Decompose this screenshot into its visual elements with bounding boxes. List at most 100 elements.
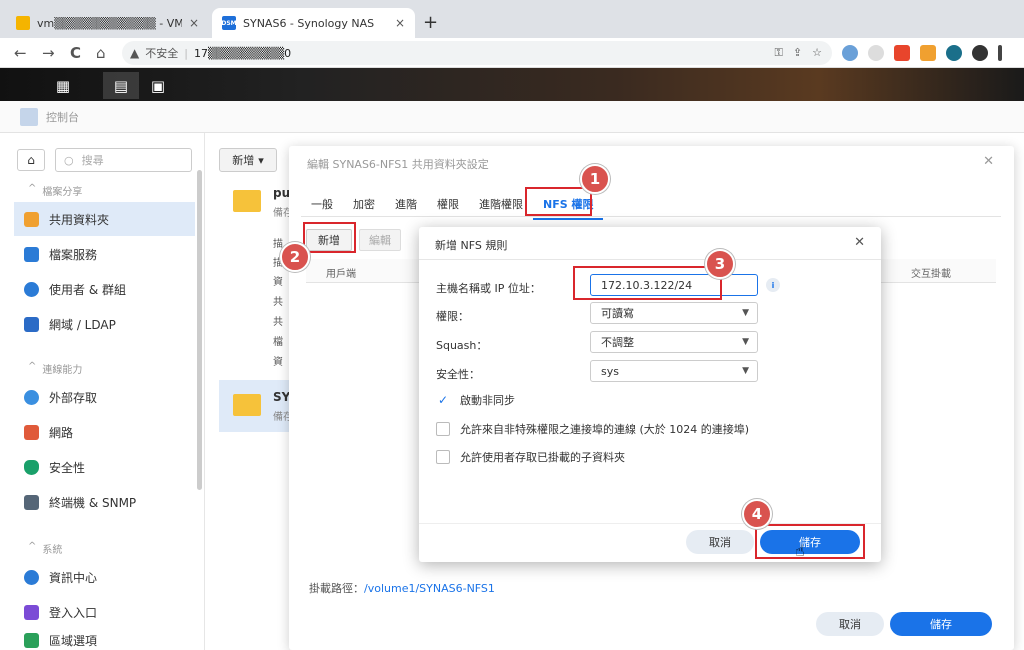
- chevron-down-icon: ▾: [258, 153, 264, 167]
- search-icon: ○: [64, 153, 74, 167]
- close-icon[interactable]: ×: [189, 16, 199, 30]
- callout-badge: 3: [705, 249, 735, 279]
- cloud-icon[interactable]: [972, 45, 988, 61]
- nonprivileged-port-checkbox-row[interactable]: 允許來自非特殊權限之連接埠的連線 (大於 1024 的連接埠): [436, 421, 749, 437]
- column-cross-mount[interactable]: 交互掛載: [911, 265, 951, 280]
- sidebar-item-login-portal[interactable]: 登入入口: [14, 595, 195, 629]
- reload-icon[interactable]: C: [70, 44, 81, 62]
- callout-badge: 4: [742, 499, 772, 529]
- main-menu-icon[interactable]: ▦: [45, 72, 81, 99]
- info-icon[interactable]: i: [766, 278, 780, 292]
- domain-icon: [24, 316, 39, 332]
- network-icon: [24, 424, 39, 440]
- callout-badge: 2: [280, 242, 310, 272]
- control-panel-titlebar: 控制台: [0, 101, 1024, 133]
- login-portal-icon: [24, 604, 39, 620]
- nonprivileged-port-checkbox[interactable]: [436, 422, 450, 436]
- home-icon[interactable]: ⌂: [96, 44, 106, 62]
- close-icon[interactable]: ✕: [983, 154, 994, 169]
- column-client[interactable]: 用戶端: [326, 265, 356, 280]
- section-system[interactable]: ^ 系統: [28, 541, 62, 556]
- folder-icon: [233, 190, 261, 212]
- star-icon[interactable]: ☆: [812, 46, 822, 60]
- search-input[interactable]: ○ 搜尋: [55, 148, 192, 172]
- warning-icon: ▲: [130, 46, 140, 60]
- cancel-button[interactable]: 取消: [816, 612, 884, 636]
- sidebar: ⌂ ○ 搜尋 ^ 檔案分享 共用資料夾 檔案服務 使用者 & 群組 網域 / LD…: [0, 133, 205, 650]
- cancel-button[interactable]: 取消: [686, 530, 754, 554]
- browser-tab-bar: vm▒▒▒▒▒▒▒▒▒▒▒▒ - VM × DSM SYNAS6 - Synol…: [0, 0, 1024, 38]
- section-connectivity[interactable]: ^ 連線能力: [28, 361, 82, 376]
- security-label: 安全性：: [436, 368, 480, 381]
- terminal-icon: [24, 494, 39, 510]
- sidebar-scrollbar[interactable]: [197, 170, 202, 490]
- sidebar-item-external-access[interactable]: 外部存取: [14, 380, 195, 414]
- create-button[interactable]: 新增 ▾: [219, 148, 277, 172]
- edit-rule-button[interactable]: 編輯: [359, 229, 401, 251]
- close-icon[interactable]: ×: [395, 16, 405, 30]
- forward-icon[interactable]: →: [42, 44, 55, 62]
- async-checkbox-row[interactable]: ✓ 啟動非同步: [436, 392, 515, 408]
- sidebar-item-info-center[interactable]: 資訊中心: [14, 560, 195, 594]
- save-button[interactable]: 儲存: [890, 612, 992, 636]
- chevron-up-icon: ^: [28, 541, 37, 552]
- extension-icon[interactable]: [946, 45, 962, 61]
- shield-icon: [24, 459, 39, 475]
- tab-divider: [301, 216, 1001, 217]
- sidebar-item-terminal-snmp[interactable]: 終端機 & SNMP: [14, 485, 195, 519]
- hostname-label: 主機名稱或 IP 位址：: [436, 282, 541, 295]
- file-services-icon: [24, 246, 39, 262]
- extension-icon[interactable]: [842, 45, 858, 61]
- mount-path: 掛載路徑：/volume1/SYNAS6-NFS1: [309, 582, 495, 595]
- extension-icon[interactable]: [920, 45, 936, 61]
- separator: |: [184, 46, 188, 60]
- insecure-label: 不安全: [145, 47, 179, 60]
- url-field[interactable]: ▲ 不安全 | 17▒▒▒▒▒▒▒▒▒0 ⚿ ⇪ ☆: [122, 41, 832, 65]
- users-icon: [24, 281, 39, 297]
- sidebar-item-network[interactable]: 網路: [14, 415, 195, 449]
- dsm-taskbar: ▦ ▤ ▣: [0, 68, 1024, 101]
- privilege-label: 權限：: [436, 310, 469, 323]
- external-access-icon: [24, 389, 39, 405]
- key-icon[interactable]: ⚿: [775, 46, 783, 60]
- tab-title: vm▒▒▒▒▒▒▒▒▒▒▒▒ - VM: [37, 16, 182, 30]
- browser-tab-vm[interactable]: vm▒▒▒▒▒▒▒▒▒▒▒▒ - VM ×: [6, 8, 209, 38]
- browser-tab-synas6[interactable]: DSM SYNAS6 - Synology NAS ×: [212, 8, 415, 38]
- sidebar-item-file-services[interactable]: 檔案服務: [14, 237, 195, 271]
- security-select[interactable]: sys ▼: [590, 360, 758, 382]
- tab-title: SYNAS6 - Synology NAS: [243, 16, 375, 30]
- app-task-icon[interactable]: ▣: [140, 72, 176, 99]
- menu-icon[interactable]: [998, 45, 1002, 61]
- dialog-title: 編輯 SYNAS6-NFS1 共用資料夾設定: [307, 158, 489, 171]
- mount-path-link[interactable]: /volume1/SYNAS6-NFS1: [364, 582, 495, 595]
- search-placeholder: 搜尋: [81, 154, 104, 167]
- chevron-up-icon: ^: [28, 183, 37, 194]
- address-bar: ← → C ⌂ ▲ 不安全 | 17▒▒▒▒▒▒▒▒▒0 ⚿ ⇪ ☆: [0, 38, 1024, 68]
- title-divider: [419, 259, 881, 260]
- control-panel-task-icon[interactable]: ▤: [103, 72, 139, 99]
- sidebar-item-domain-ldap[interactable]: 網域 / LDAP: [14, 307, 195, 341]
- caret-down-icon: ▼: [742, 308, 749, 318]
- subfolder-access-checkbox-row[interactable]: 允許使用者存取已掛載的子資料夾: [436, 449, 625, 465]
- new-tab-button[interactable]: +: [423, 12, 438, 33]
- sidebar-item-security[interactable]: 安全性: [14, 450, 195, 484]
- close-icon[interactable]: ✕: [854, 235, 865, 250]
- extension-icon[interactable]: [868, 45, 884, 61]
- squash-select[interactable]: 不調整 ▼: [590, 331, 758, 353]
- home-button[interactable]: ⌂: [17, 149, 45, 171]
- sidebar-item-users-groups[interactable]: 使用者 & 群組: [14, 272, 195, 306]
- shared-folder-icon: [24, 211, 39, 227]
- subfolder-access-checkbox[interactable]: [436, 450, 450, 464]
- window-title: 控制台: [46, 110, 79, 124]
- folder-icon: [233, 394, 261, 416]
- sidebar-item-shared-folder[interactable]: 共用資料夾: [14, 202, 195, 236]
- section-file-sharing[interactable]: ^ 檔案分享: [28, 183, 82, 198]
- squash-label: Squash：: [436, 339, 488, 352]
- back-icon[interactable]: ←: [14, 44, 27, 62]
- pencil-icon: [16, 16, 30, 30]
- share-icon[interactable]: ⇪: [793, 46, 802, 60]
- async-checkbox[interactable]: ✓: [436, 393, 450, 407]
- privilege-select[interactable]: 可讀寫 ▼: [590, 302, 758, 324]
- office-icon[interactable]: [894, 45, 910, 61]
- sidebar-item-regional-options[interactable]: 區域選項: [14, 630, 195, 650]
